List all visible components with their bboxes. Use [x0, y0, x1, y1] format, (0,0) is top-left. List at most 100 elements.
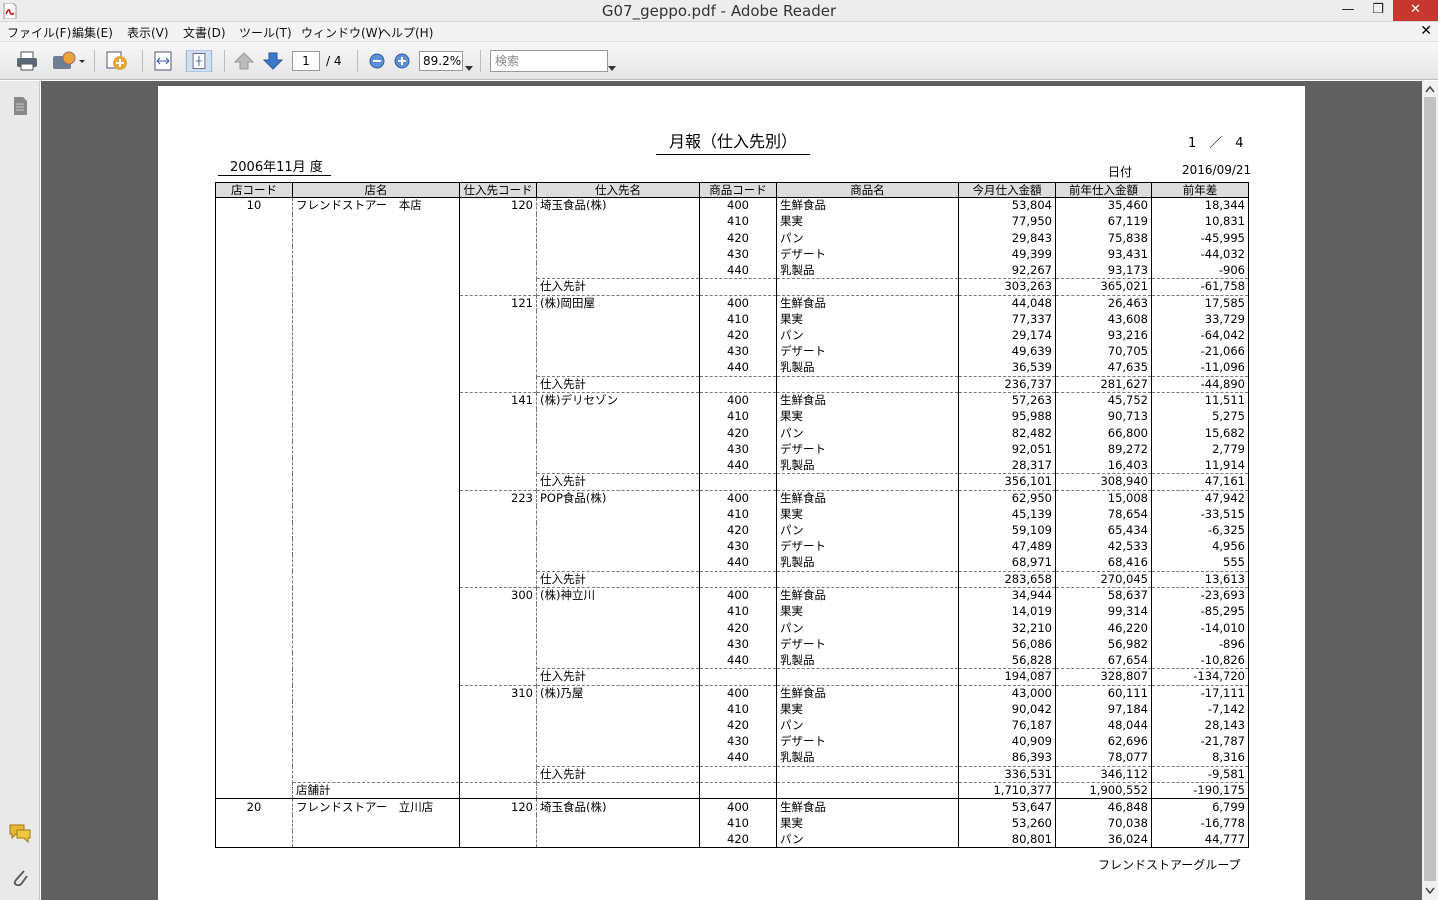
store-name-cell	[292, 295, 460, 312]
zoom-in-icon[interactable]	[392, 50, 412, 72]
store-name-cell	[292, 327, 460, 344]
zoom-level-input[interactable]: 89.2%	[419, 51, 463, 71]
share-email-icon[interactable]	[50, 50, 86, 72]
col-header-difference: 前年差	[1151, 182, 1249, 198]
previous-page-icon[interactable]	[233, 50, 255, 72]
page-number-input[interactable]: 1	[292, 51, 320, 71]
product-code-cell: 420	[699, 425, 777, 442]
table-row: 420 パン 32,210 46,220 -14,010	[215, 620, 1249, 637]
table-row: 223 POP食品(株) 400 生鮮食品 62,950 15,008 47,942	[215, 489, 1249, 507]
supplier-subtotal-row: 仕入先計 236,737 281,627 -44,890	[215, 375, 1249, 393]
product-code-cell: 400	[699, 294, 777, 312]
store-name-cell	[292, 750, 460, 767]
table-row: 410 果実 53,260 70,038 -16,778	[215, 815, 1249, 832]
current-amount-cell: 40,909	[958, 733, 1056, 750]
toolbar-separator	[357, 50, 358, 72]
scroll-thumb[interactable]	[1424, 97, 1436, 881]
current-amount-cell: 86,393	[958, 750, 1056, 767]
previous-amount-cell: 90,713	[1055, 408, 1152, 425]
scroll-down-icon[interactable]	[1425, 887, 1435, 895]
previous-amount-cell: 93,173	[1055, 262, 1152, 279]
supplier-code-cell	[459, 766, 537, 783]
current-amount-cell: 45,139	[958, 506, 1056, 523]
previous-amount-cell: 1,900,552	[1055, 781, 1152, 799]
supplier-name-cell	[536, 327, 700, 344]
menu-view[interactable]: 表示(V)	[127, 24, 169, 41]
search-dropdown-icon[interactable]	[608, 58, 616, 80]
search-input[interactable]: 検索	[490, 50, 608, 72]
table-row: 410 果実 77,337 43,608 33,729	[215, 311, 1249, 328]
current-amount-cell: 57,263	[958, 391, 1056, 409]
difference-cell: 11,914	[1151, 457, 1249, 474]
comments-icon[interactable]	[8, 823, 32, 843]
store-total-label-cell: 店舗計	[292, 781, 460, 799]
store-name-cell	[292, 392, 460, 409]
previous-amount-cell: 60,111	[1055, 684, 1152, 702]
difference-cell: 555	[1151, 555, 1249, 572]
product-code-cell: 410	[699, 603, 777, 620]
menu-help[interactable]: ヘルプ(H)	[379, 24, 433, 41]
scroll-up-icon[interactable]	[1425, 85, 1435, 93]
zoom-dropdown-icon[interactable]	[465, 58, 473, 80]
navigation-panel	[0, 81, 40, 900]
fit-page-icon[interactable]	[184, 50, 214, 72]
product-name-cell	[776, 473, 959, 490]
difference-cell: -7,142	[1151, 701, 1249, 718]
current-amount-cell: 92,051	[958, 441, 1056, 458]
print-icon[interactable]	[15, 50, 39, 72]
store-code-cell	[215, 457, 293, 474]
current-amount-cell: 56,828	[958, 652, 1056, 669]
vertical-scrollbar[interactable]	[1422, 81, 1438, 900]
minimize-button[interactable]: —	[1333, 0, 1363, 21]
supplier-code-cell	[459, 668, 537, 685]
difference-cell: 8,316	[1151, 750, 1249, 767]
menu-window[interactable]: ウィンドウ(W)	[301, 24, 382, 41]
supplier-code-cell	[459, 360, 537, 377]
difference-cell: -896	[1151, 636, 1249, 653]
supplier-code-cell	[459, 213, 537, 230]
product-name-cell: 果実	[776, 311, 959, 328]
close-button[interactable]: ✕	[1393, 0, 1438, 21]
pages-icon[interactable]	[10, 95, 30, 117]
previous-amount-cell: 16,403	[1055, 457, 1152, 474]
previous-amount-cell: 62,696	[1055, 733, 1152, 750]
store-code-cell	[215, 408, 293, 425]
difference-cell: 47,161	[1151, 473, 1249, 490]
store-name-cell	[292, 733, 460, 750]
store-name-cell	[292, 311, 460, 328]
menu-edit[interactable]: 編集(E)	[72, 24, 113, 41]
zoom-out-icon[interactable]	[367, 50, 387, 72]
fit-width-icon[interactable]	[152, 50, 174, 72]
previous-amount-cell: 26,463	[1055, 294, 1152, 312]
menu-document[interactable]: 文書(D)	[183, 24, 226, 41]
restore-button[interactable]: ❐	[1363, 0, 1393, 21]
table-row: 440 乳製品 56,828 67,654 -10,826	[215, 652, 1249, 669]
supplier-name-cell	[536, 343, 700, 360]
menu-file[interactable]: ファイル(F)	[7, 24, 71, 41]
product-name-cell: 果実	[776, 603, 959, 620]
current-amount-cell: 90,042	[958, 701, 1056, 718]
difference-cell: 6,799	[1151, 798, 1249, 815]
store-name-cell	[292, 425, 460, 442]
collaborate-icon[interactable]	[104, 50, 130, 72]
product-name-cell: 生鮮食品	[776, 294, 959, 312]
previous-amount-cell: 43,608	[1055, 311, 1152, 328]
supplier-name-cell: (株)乃屋	[536, 684, 700, 702]
product-code-cell: 440	[699, 457, 777, 474]
col-header-previous-amount: 前年仕入金額	[1055, 182, 1152, 198]
supplier-code-cell	[459, 522, 537, 539]
product-name-cell: 生鮮食品	[776, 489, 959, 507]
close-document-icon[interactable]: ✕	[1420, 23, 1432, 39]
attachments-icon[interactable]	[10, 865, 30, 889]
difference-cell: -45,995	[1151, 230, 1249, 247]
product-code-cell	[699, 668, 777, 685]
difference-cell: 13,613	[1151, 570, 1249, 588]
current-amount-cell: 56,086	[958, 636, 1056, 653]
next-page-icon[interactable]	[262, 50, 284, 72]
current-amount-cell: 82,482	[958, 425, 1056, 442]
product-name-cell: 生鮮食品	[776, 798, 959, 815]
difference-cell: -21,787	[1151, 733, 1249, 750]
menu-tools[interactable]: ツール(T)	[239, 24, 292, 41]
difference-cell: 44,777	[1151, 831, 1249, 849]
store-name-cell	[292, 246, 460, 263]
